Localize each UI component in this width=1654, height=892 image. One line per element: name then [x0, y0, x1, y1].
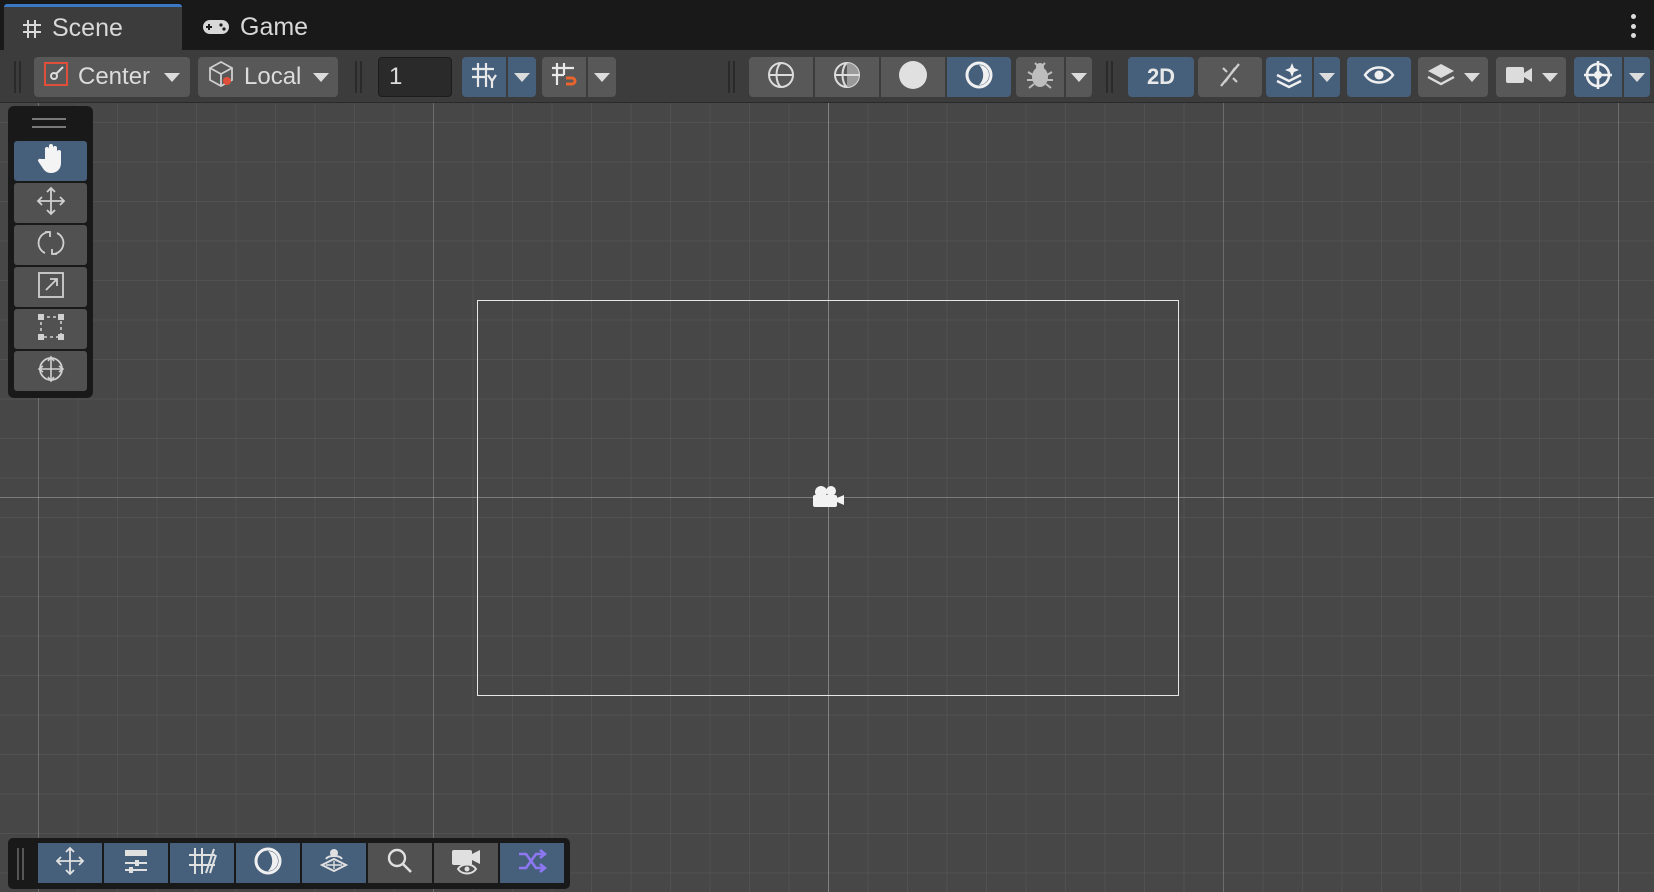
bug-icon	[1025, 60, 1055, 95]
snap-options-dropdown[interactable]	[588, 57, 616, 97]
tab-scene[interactable]: Scene	[4, 4, 182, 50]
overlay-tools-toggle[interactable]	[38, 843, 102, 883]
scale-icon	[36, 270, 66, 305]
move-arrows-icon	[35, 185, 67, 222]
gizmos-dropdown[interactable]	[1624, 57, 1650, 97]
pivot-center-icon	[42, 60, 70, 95]
transform-tool-button[interactable]	[14, 351, 87, 391]
overlay-search-toggle[interactable]	[368, 843, 432, 883]
more-options-icon[interactable]	[1630, 14, 1636, 38]
cameras-icon	[450, 846, 482, 881]
search-icon	[385, 846, 415, 881]
transform-icon	[35, 353, 67, 390]
chevron-down-icon	[514, 72, 530, 82]
shading-shaded-wireframe-button[interactable]	[815, 57, 879, 97]
overlay-drag-handle[interactable]	[32, 118, 66, 128]
unlit-sphere-icon	[963, 59, 995, 96]
overlay-bar-grip[interactable]	[17, 848, 24, 880]
chevron-down-icon	[1629, 72, 1645, 82]
toolbar-separator	[728, 61, 735, 93]
layers-icon	[1426, 62, 1456, 93]
window-tab-bar: Scene Game	[0, 0, 1654, 50]
ui-toolkit-overlay-icon	[516, 846, 548, 881]
chevron-down-icon	[594, 72, 610, 82]
overlay-draw-modes-toggle[interactable]	[236, 843, 300, 883]
shading-shaded-button[interactable]	[881, 57, 945, 97]
scene-viewport[interactable]	[0, 103, 1654, 892]
toolbar-separator	[355, 61, 362, 93]
rotate-tool-button[interactable]	[14, 225, 87, 265]
camera-icon	[1504, 63, 1534, 92]
chevron-down-icon	[1319, 72, 1335, 82]
wireframe-sphere-icon	[765, 59, 797, 96]
overlay-ui-toolkit-toggle[interactable]	[500, 843, 564, 883]
scene-fx-dropdown[interactable]	[1314, 57, 1340, 97]
gamepad-icon	[202, 18, 230, 36]
tab-game[interactable]: Game	[196, 4, 308, 50]
move-tool-button[interactable]	[14, 183, 87, 223]
toggle-2d-label: 2D	[1146, 64, 1176, 89]
rect-tool-button[interactable]	[14, 309, 87, 349]
grid-snapping-icon	[186, 845, 218, 882]
grid-snap-input[interactable]: 1	[378, 57, 452, 97]
layers-dropdown[interactable]	[1418, 57, 1488, 97]
hand-tool-button[interactable]	[14, 141, 87, 181]
tool-settings-icon	[121, 846, 151, 881]
fx-layers-icon	[1274, 60, 1304, 95]
pivot-rotation-dropdown[interactable]: Local	[198, 57, 338, 97]
camera-gizmo-icon[interactable]	[810, 483, 846, 516]
grid-snap-value: 1	[389, 63, 403, 90]
gizmos-button[interactable]	[1574, 57, 1622, 97]
gizmo-sphere-icon	[1582, 59, 1614, 96]
light-off-icon	[1215, 60, 1245, 95]
toolbar-separator	[1106, 61, 1113, 93]
shaded-sphere-icon	[897, 59, 929, 96]
chevron-down-icon	[1071, 72, 1087, 82]
chevron-down-icon	[313, 72, 330, 82]
grid-visibility-button[interactable]	[462, 57, 506, 97]
tab-scene-label: Scene	[52, 14, 123, 42]
grid-options-dropdown[interactable]	[508, 57, 536, 97]
shaded-wireframe-sphere-icon	[831, 59, 863, 96]
overlay-grid-snapping-toggle[interactable]	[170, 843, 234, 883]
pivot-mode-dropdown[interactable]: Center	[34, 57, 190, 97]
local-cube-icon	[206, 59, 236, 96]
rotate-icon	[35, 227, 67, 264]
overlay-menu-bar	[8, 838, 570, 889]
grid-y-icon	[469, 60, 499, 95]
shading-wireframe-button[interactable]	[749, 57, 813, 97]
eye-icon	[1363, 64, 1395, 91]
grid-snap-magnet-icon	[549, 60, 579, 95]
pivot-rotation-label: Local	[244, 63, 302, 90]
draw-modes-icon	[252, 845, 284, 882]
scene-toolbar: Center Local 1 2D	[0, 50, 1654, 103]
lighting-toggle-button[interactable]	[1198, 57, 1262, 97]
tools-overlay	[8, 106, 93, 398]
overlay-tool-settings-toggle[interactable]	[104, 843, 168, 883]
draw-mode-dropdown[interactable]	[1066, 57, 1092, 97]
chevron-down-icon	[1464, 72, 1480, 82]
scene-camera-dropdown[interactable]	[1496, 57, 1566, 97]
tools-overlay-icon	[54, 845, 86, 882]
view-options-icon	[318, 845, 350, 882]
scene-grid-icon	[22, 19, 42, 39]
chevron-down-icon	[1542, 72, 1558, 82]
hand-icon	[36, 143, 66, 180]
chevron-down-icon	[164, 72, 181, 82]
tab-game-label: Game	[240, 12, 309, 41]
scale-tool-button[interactable]	[14, 267, 87, 307]
toolbar-grip[interactable]	[14, 61, 21, 93]
debug-draw-mode-button[interactable]	[1016, 57, 1064, 97]
overlay-view-options-toggle[interactable]	[302, 843, 366, 883]
grid-snapping-button[interactable]	[542, 57, 586, 97]
overlay-cameras-toggle[interactable]	[434, 843, 498, 883]
shading-unlit-button[interactable]	[947, 57, 1011, 97]
rect-transform-icon	[35, 311, 67, 348]
scene-fx-button[interactable]	[1266, 57, 1312, 97]
scene-visibility-button[interactable]	[1347, 57, 1411, 97]
pivot-mode-label: Center	[78, 63, 151, 90]
toggle-2d-button[interactable]: 2D	[1128, 57, 1194, 97]
